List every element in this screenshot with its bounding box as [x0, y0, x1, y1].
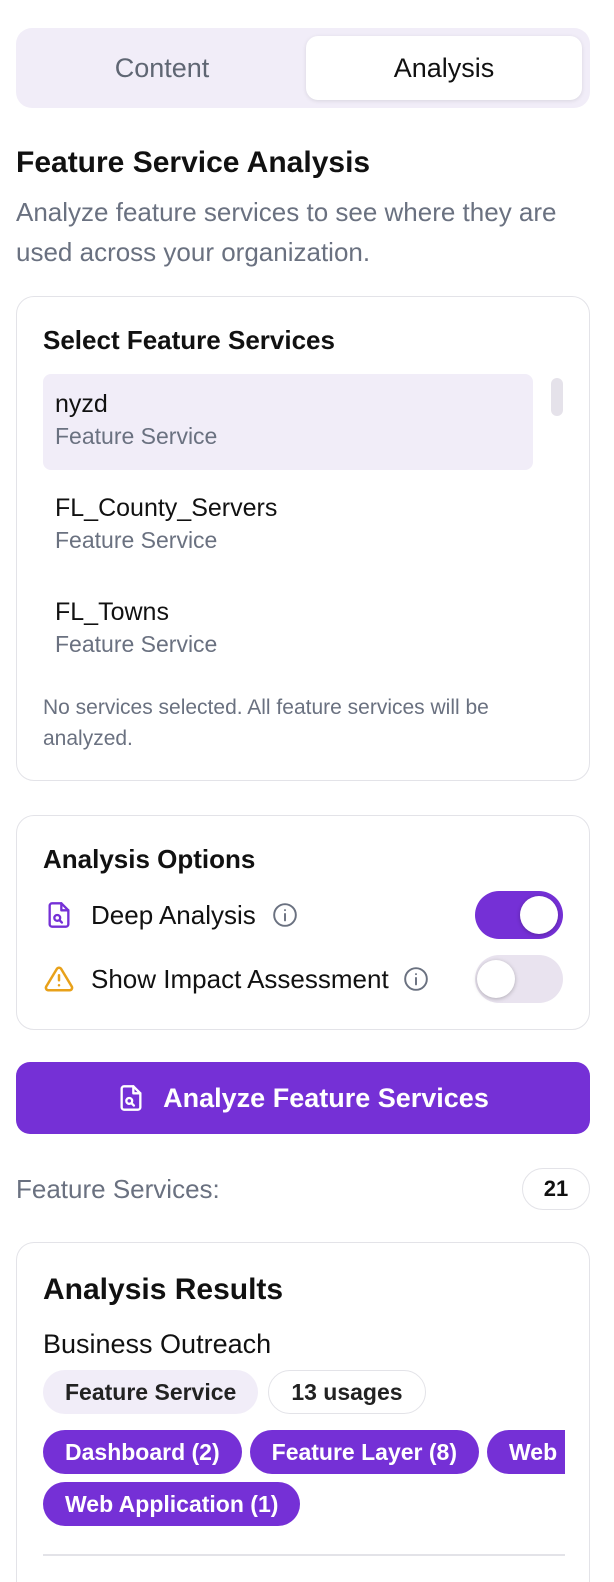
service-list[interactable]: nyzd Feature Service FL_County_Servers F…	[43, 374, 563, 674]
info-icon[interactable]	[403, 966, 429, 992]
toggle-knob	[477, 960, 515, 998]
service-name: nyzd	[55, 390, 108, 418]
service-type-tag: Feature Service	[43, 1370, 259, 1414]
usage-chip-web-map[interactable]: Web Map (2)	[487, 1430, 565, 1474]
warning-icon	[43, 963, 75, 995]
tab-content[interactable]: Content	[24, 36, 300, 100]
impact-assessment-label: Show Impact Assessment	[91, 963, 389, 994]
result-tags: Feature Service 13 usages	[43, 1370, 589, 1414]
usage-chip-dashboard[interactable]: Dashboard (2)	[43, 1430, 242, 1474]
section-title: Feature Service Analysis	[16, 146, 371, 179]
usage-chips: Dashboard (2) Feature Layer (8) Web Map …	[43, 1430, 565, 1474]
usage-chip-web-application[interactable]: Web Application (1)	[43, 1482, 301, 1526]
service-type: Feature Service	[55, 527, 218, 553]
section-description: Analyze feature services to see where th…	[16, 197, 557, 267]
analysis-options-card: Analysis Options Deep Analysis Show Impa…	[16, 815, 590, 1030]
select-services-card: Select Feature Services nyzd Feature Ser…	[16, 296, 590, 781]
count-badge: 21	[522, 1168, 590, 1210]
service-type: Feature Service	[55, 631, 218, 657]
deep-analysis-label: Deep Analysis	[91, 899, 256, 930]
service-name: FL_County_Servers	[55, 494, 278, 522]
service-item-fl-county-servers[interactable]: FL_County_Servers Feature Service	[43, 478, 533, 574]
select-services-title: Select Feature Services	[43, 325, 335, 355]
analyze-feature-services-button[interactable]: Analyze Feature Services	[16, 1062, 590, 1134]
results-title: Analysis Results	[43, 1273, 284, 1306]
impact-assessment-row: Show Impact Assessment	[43, 953, 563, 1005]
deep-analysis-row: Deep Analysis	[43, 889, 563, 941]
usage-count-tag: 13 usages	[268, 1370, 426, 1414]
feature-services-count-row: Feature Services: 21	[16, 1168, 590, 1210]
analysis-results-card: Analysis Results Business Outreach Featu…	[16, 1242, 590, 1582]
deep-analysis-toggle[interactable]	[475, 891, 563, 939]
selection-note: No services selected. All feature servic…	[43, 696, 489, 750]
service-name: FL_Towns	[55, 598, 169, 626]
file-search-icon	[117, 1084, 145, 1112]
info-icon[interactable]	[272, 902, 298, 928]
usage-chip-feature-layer[interactable]: Feature Layer (8)	[249, 1430, 479, 1474]
count-label: Feature Services:	[16, 1173, 220, 1204]
analysis-panel: Content Analysis Feature Service Analysi…	[16, 28, 590, 1582]
service-item-fl-towns[interactable]: FL_Towns Feature Service	[43, 582, 533, 678]
usage-chips-row2: Web Application (1)	[43, 1482, 589, 1526]
tab-bar: Content Analysis	[16, 28, 590, 108]
result-service-name: Business Outreach	[43, 1329, 272, 1359]
result-divider	[43, 1554, 565, 1556]
list-scrollbar[interactable]	[551, 378, 563, 416]
toggle-knob	[520, 896, 558, 934]
service-item-nyzd[interactable]: nyzd Feature Service	[43, 374, 533, 470]
service-type: Feature Service	[55, 423, 218, 449]
impact-assessment-toggle[interactable]	[475, 955, 563, 1003]
tab-analysis[interactable]: Analysis	[306, 36, 582, 100]
analysis-options-title: Analysis Options	[43, 844, 256, 874]
file-search-icon	[43, 899, 75, 931]
analyze-button-label: Analyze Feature Services	[163, 1082, 489, 1113]
